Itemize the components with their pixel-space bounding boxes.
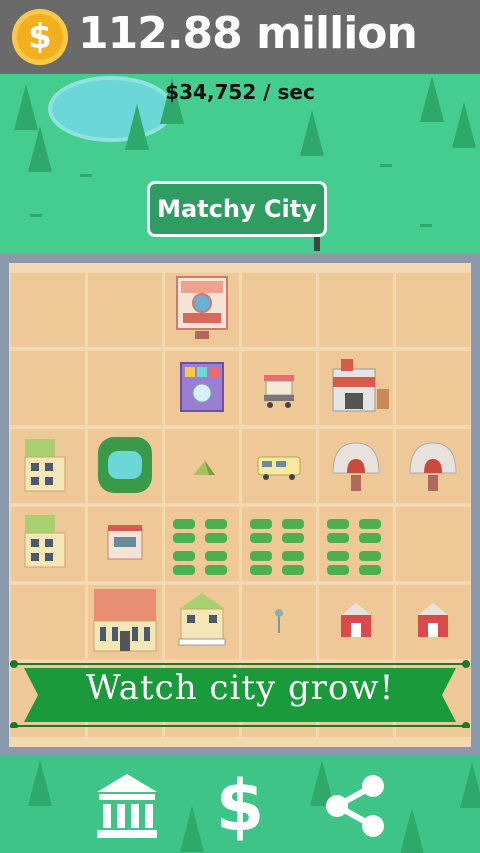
tile-shop[interactable]: [88, 507, 162, 581]
tile-empty[interactable]: [88, 351, 162, 425]
tile-mall[interactable]: [165, 351, 239, 425]
tile-camper-van[interactable]: [242, 429, 316, 503]
tile-barn[interactable]: [396, 585, 470, 659]
crops-icon: [327, 519, 381, 575]
tree-icon: [460, 762, 480, 808]
camper-van-icon: [257, 456, 301, 480]
barn-icon: [418, 603, 448, 637]
crops-icon: [250, 519, 304, 575]
tree-icon: [125, 104, 149, 150]
top-bar: $ 112.88 million: [0, 0, 480, 74]
tile-crop-field[interactable]: [319, 507, 393, 581]
barn-icon: [341, 603, 371, 637]
tile-empty[interactable]: [319, 273, 393, 347]
tile-empty[interactable]: [242, 273, 316, 347]
tile-empty[interactable]: [396, 507, 470, 581]
apartment-icon: [24, 439, 66, 492]
bank-button[interactable]: [92, 770, 162, 842]
bank-icon: [97, 774, 157, 838]
town-hall-icon: [93, 589, 157, 652]
tile-factory[interactable]: [319, 351, 393, 425]
tile-house[interactable]: [165, 585, 239, 659]
share-button[interactable]: [320, 770, 390, 842]
kiln-icon: [409, 442, 457, 491]
tree-icon: [400, 808, 424, 853]
tile-park[interactable]: [88, 429, 162, 503]
tree-icon: [28, 126, 52, 172]
tile-empty[interactable]: [396, 273, 470, 347]
coin-icon: $: [12, 9, 68, 65]
tile-theater[interactable]: [165, 273, 239, 347]
grass-tuft: [420, 224, 432, 235]
tile-barn[interactable]: [319, 585, 393, 659]
tent-icon: [193, 461, 215, 475]
city-name-sign[interactable]: Matchy City: [147, 181, 327, 237]
grass-tuft: [30, 214, 42, 225]
mall-icon: [180, 362, 224, 412]
tile-apartment[interactable]: [11, 507, 85, 581]
tile-crop-field[interactable]: [165, 507, 239, 581]
tree-icon: [28, 760, 52, 806]
tile-empty[interactable]: [11, 273, 85, 347]
banner-text: Watch city grow!: [85, 668, 395, 708]
sprout-icon: [275, 609, 283, 633]
kiln-icon: [332, 442, 380, 491]
tile-empty[interactable]: [88, 273, 162, 347]
shop-button[interactable]: $: [205, 770, 275, 842]
tile-tent[interactable]: [165, 429, 239, 503]
tile-pottery-kiln[interactable]: [396, 429, 470, 503]
city-name-label: Matchy City: [157, 195, 317, 223]
tile-pottery-kiln[interactable]: [319, 429, 393, 503]
theater-icon: [176, 276, 228, 339]
tile-apartment[interactable]: [11, 429, 85, 503]
money-total: 112.88 million: [78, 8, 418, 59]
dollar-icon: $: [215, 765, 265, 847]
tree-icon: [300, 110, 324, 156]
grass-tuft: [80, 174, 92, 185]
factory-icon: [332, 359, 389, 412]
food-cart-icon: [264, 375, 294, 408]
tree-icon: [180, 806, 204, 852]
income-rate: $34,752 / sec: [165, 80, 315, 104]
house-icon: [178, 593, 226, 646]
tile-crop-field[interactable]: [242, 507, 316, 581]
tile-empty[interactable]: [396, 351, 470, 425]
apartment-icon: [24, 515, 66, 568]
tree-icon: [452, 102, 476, 148]
crops-icon: [173, 519, 227, 575]
tile-town-hall[interactable]: [88, 585, 162, 659]
tile-food-cart[interactable]: [242, 351, 316, 425]
park-icon: [98, 437, 152, 493]
tile-empty[interactable]: [11, 585, 85, 659]
share-icon: [326, 775, 384, 837]
tile-sprout[interactable]: [242, 585, 316, 659]
grass-tuft: [380, 164, 392, 175]
tile-empty[interactable]: [11, 351, 85, 425]
shop-icon: [107, 525, 143, 560]
